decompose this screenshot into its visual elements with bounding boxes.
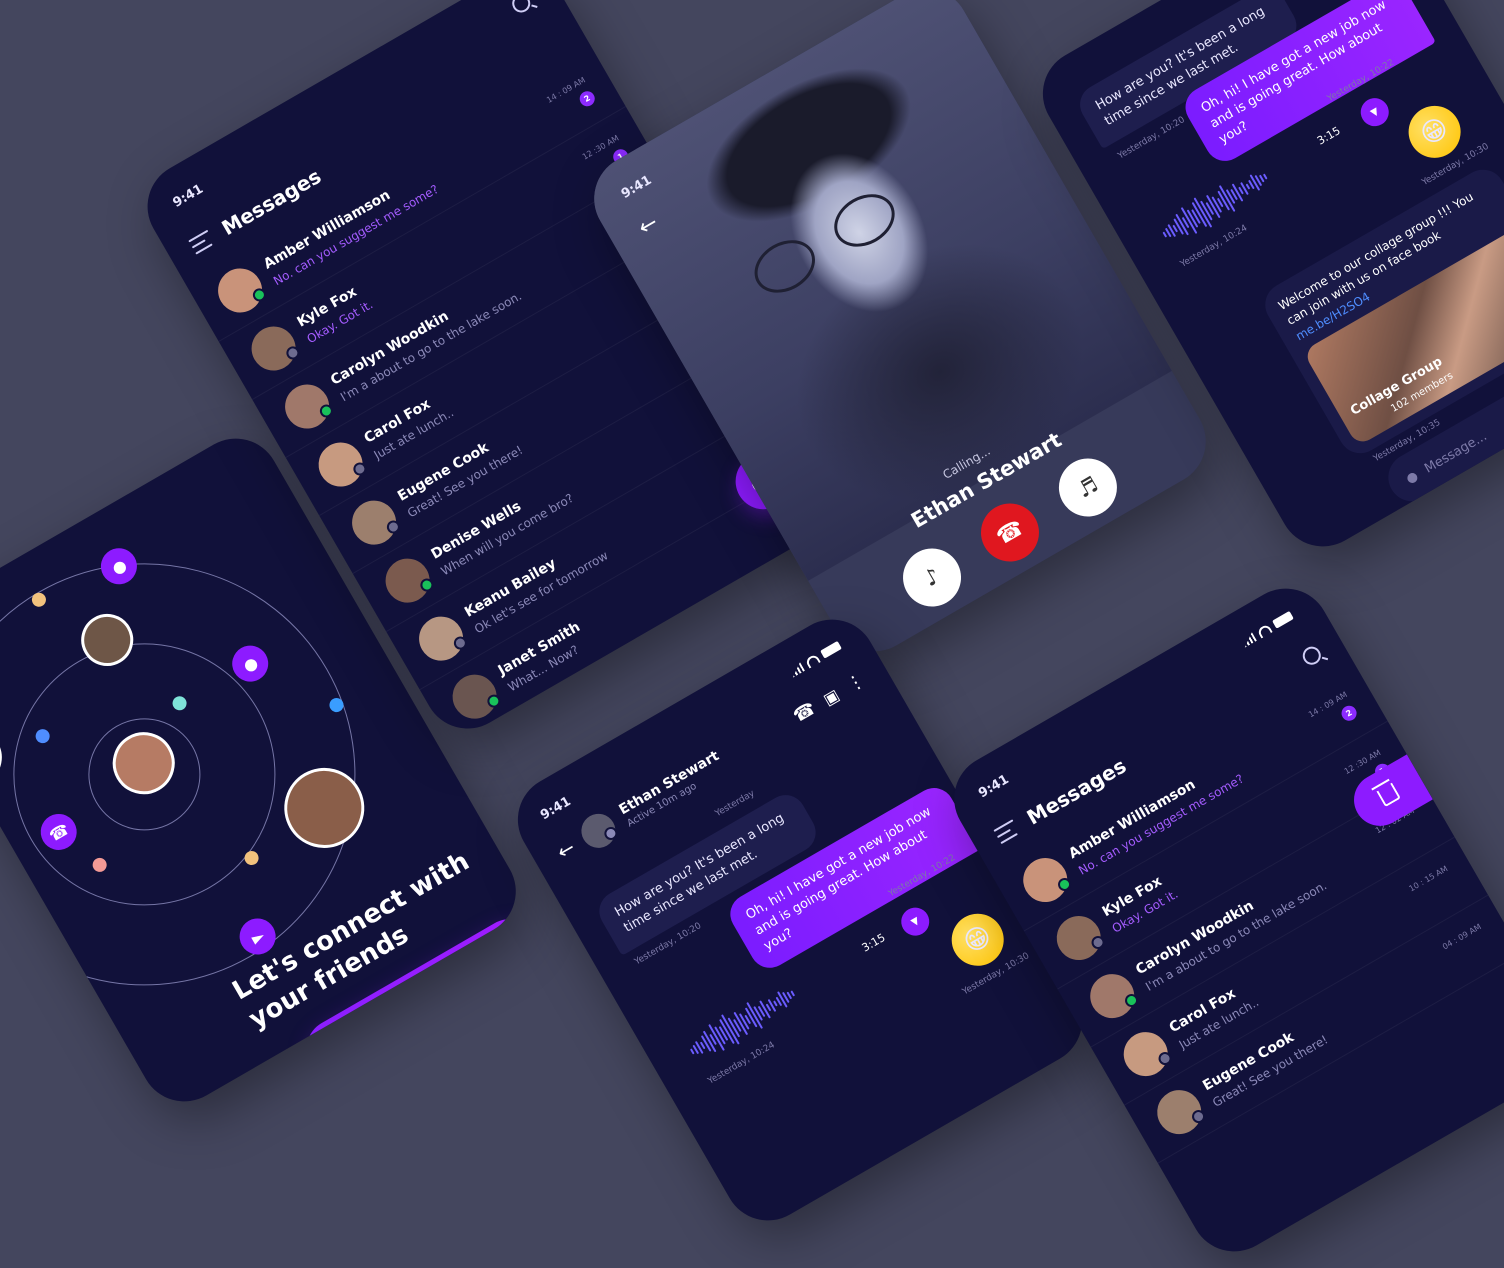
search-icon[interactable]: [1299, 643, 1325, 668]
status-time: 9:41: [976, 772, 1012, 802]
menu-icon[interactable]: [188, 229, 215, 255]
chat-time: 04 : 09 AM: [1441, 922, 1483, 952]
voice-duration: 3:15: [859, 930, 888, 955]
status-time: 9:41: [170, 181, 206, 211]
avatar: [243, 318, 304, 379]
back-arrow-icon[interactable]: ←: [553, 835, 580, 864]
avatar: [210, 260, 271, 321]
voice-waveform: [1154, 159, 1276, 253]
wifi-icon: [1256, 622, 1273, 639]
signal-icon: [1240, 632, 1257, 648]
end-call-button[interactable]: ☎: [970, 492, 1050, 573]
unread-badge: 2: [1338, 703, 1360, 724]
play-icon[interactable]: ▼: [1355, 93, 1394, 132]
avatar: [1015, 849, 1076, 911]
chat-meta: 10 : 15 AM: [1408, 864, 1460, 912]
chat-time: 10 : 15 AM: [1407, 864, 1450, 894]
voice-duration: 3:15: [1314, 124, 1343, 148]
message-placeholder: Message...: [1421, 428, 1490, 477]
group-invite-card: Welcome to our collage group !!! You can…: [1257, 161, 1504, 462]
more-options-icon[interactable]: ⋮: [843, 669, 869, 696]
mic-icon[interactable]: ●: [1403, 468, 1420, 487]
messages-screen-swipe: 9:41 Messages Amber Williamson No. can yo…: [938, 572, 1504, 1268]
chat-meta: 14 : 09 AM 2: [545, 75, 598, 123]
mute-button[interactable]: ♪: [892, 537, 972, 618]
avatar: [411, 608, 472, 669]
trash-icon: [1376, 782, 1401, 808]
avatar: [277, 376, 338, 437]
menu-icon[interactable]: [993, 819, 1020, 845]
chat-screen: 9:41 ← Ethan Stewart Active 10m ago ☎ ▣ …: [501, 603, 1099, 1237]
chat-meta: 14 : 09 AM 2: [1307, 690, 1360, 738]
speaker-button[interactable]: ♬: [1048, 447, 1128, 528]
avatar: [1082, 966, 1143, 1027]
avatar: [574, 807, 622, 855]
video-icon[interactable]: ▣: [820, 685, 843, 709]
unread-badge: 2: [576, 88, 598, 109]
avatar: [1115, 1024, 1176, 1085]
avatar: [444, 666, 505, 727]
battery-icon: [1272, 610, 1294, 629]
chat-meta: 04 : 09 AM: [1441, 922, 1493, 970]
voice-waveform: [681, 976, 803, 1070]
avatar: [1048, 907, 1109, 969]
status-icons: [1240, 610, 1294, 647]
avatar: [377, 550, 438, 611]
play-icon[interactable]: ▼: [896, 902, 935, 941]
search-icon[interactable]: [508, 0, 534, 16]
avatar: [310, 434, 371, 495]
phone-icon[interactable]: ☎: [789, 697, 819, 726]
avatar: [344, 492, 405, 553]
avatar: [1149, 1082, 1210, 1143]
